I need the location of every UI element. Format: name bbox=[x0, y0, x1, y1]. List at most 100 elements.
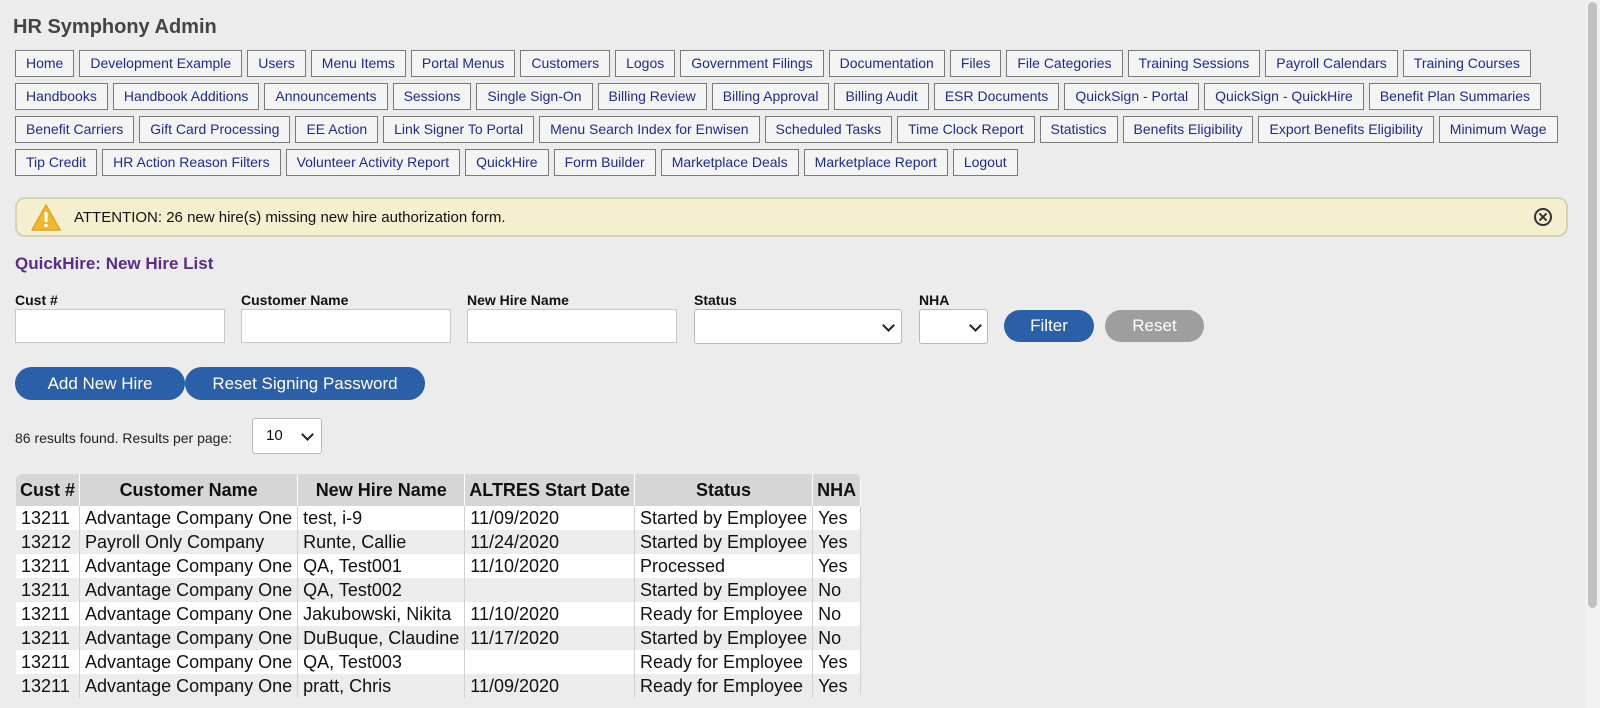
nav-training-courses[interactable]: Training Courses bbox=[1402, 50, 1531, 77]
alert-message: ATTENTION: 26 new hire(s) missing new hi… bbox=[74, 209, 506, 226]
nav-file-categories[interactable]: File Categories bbox=[1006, 50, 1123, 77]
nav-announcements[interactable]: Announcements bbox=[264, 83, 388, 110]
reset-filter-button[interactable]: Reset bbox=[1105, 310, 1204, 342]
customer-name-input[interactable] bbox=[241, 309, 451, 343]
nav-training-sessions[interactable]: Training Sessions bbox=[1127, 50, 1261, 77]
cell-new-hire-name: test, i-9 bbox=[297, 506, 466, 530]
nav-payroll-calendars[interactable]: Payroll Calendars bbox=[1265, 50, 1398, 77]
nav-benefit-carriers[interactable]: Benefit Carriers bbox=[15, 116, 135, 143]
nav-home[interactable]: Home bbox=[15, 50, 75, 77]
nav-handbooks[interactable]: Handbooks bbox=[15, 83, 108, 110]
nav-scheduled-tasks[interactable]: Scheduled Tasks bbox=[764, 116, 893, 143]
admin-nav-menu: Home Development Example Users Menu Item… bbox=[15, 50, 1558, 182]
cell-customer-name: Advantage Company One bbox=[79, 650, 299, 674]
cell-new-hire-name: pratt, Chris bbox=[297, 674, 466, 698]
nav-single-sign-on[interactable]: Single Sign-On bbox=[476, 83, 593, 110]
cell-status: Started by Employee bbox=[634, 530, 814, 554]
reset-signing-password-button[interactable]: Reset Signing Password bbox=[185, 367, 425, 400]
status-select[interactable] bbox=[694, 309, 902, 344]
cell-customer-name: Payroll Only Company bbox=[79, 530, 299, 554]
nav-time-clock-report[interactable]: Time Clock Report bbox=[897, 116, 1035, 143]
nav-benefits-eligibility[interactable]: Benefits Eligibility bbox=[1122, 116, 1254, 143]
nav-customers[interactable]: Customers bbox=[520, 50, 611, 77]
close-icon[interactable] bbox=[1534, 208, 1552, 226]
nav-hr-action-reason-filters[interactable]: HR Action Reason Filters bbox=[102, 149, 281, 176]
column-header-nha[interactable]: NHA bbox=[812, 474, 862, 506]
cell-nha: No bbox=[812, 626, 862, 650]
column-header-cust[interactable]: Cust # bbox=[16, 474, 81, 506]
cell-new-hire-name: Runte, Callie bbox=[297, 530, 466, 554]
nav-menu-search-index[interactable]: Menu Search Index for Enwisen bbox=[539, 116, 760, 143]
nav-handbook-additions[interactable]: Handbook Additions bbox=[112, 83, 260, 110]
nav-documentation[interactable]: Documentation bbox=[828, 50, 945, 77]
cell-status: Ready for Employee bbox=[634, 650, 814, 674]
cust-number-input[interactable] bbox=[15, 309, 225, 343]
nav-logout[interactable]: Logout bbox=[952, 149, 1018, 176]
nav-billing-approval[interactable]: Billing Approval bbox=[711, 83, 830, 110]
table-row[interactable]: 13211 Advantage Company One pratt, Chris… bbox=[16, 674, 862, 698]
column-header-status[interactable]: Status bbox=[634, 474, 814, 506]
nav-quicksign-portal[interactable]: QuickSign - Portal bbox=[1064, 83, 1200, 110]
chevron-down-icon bbox=[301, 428, 314, 441]
cell-nha: Yes bbox=[812, 674, 862, 698]
nav-menu-items[interactable]: Menu Items bbox=[310, 50, 406, 77]
cell-new-hire-name: DuBuque, Claudine bbox=[297, 626, 466, 650]
nav-esr-documents[interactable]: ESR Documents bbox=[933, 83, 1060, 110]
nav-export-benefits-eligibility[interactable]: Export Benefits Eligibility bbox=[1258, 116, 1434, 143]
column-header-customer-name[interactable]: Customer Name bbox=[79, 474, 299, 506]
nav-billing-audit[interactable]: Billing Audit bbox=[834, 83, 929, 110]
cell-cust: 13211 bbox=[16, 506, 81, 530]
nav-volunteer-activity-report[interactable]: Volunteer Activity Report bbox=[285, 149, 461, 176]
nav-billing-review[interactable]: Billing Review bbox=[597, 83, 707, 110]
filter-button[interactable]: Filter bbox=[1004, 310, 1094, 342]
nav-quicksign-quickhire[interactable]: QuickSign - QuickHire bbox=[1204, 83, 1364, 110]
nav-minimum-wage[interactable]: Minimum Wage bbox=[1438, 116, 1558, 143]
page-title: QuickHire: New Hire List bbox=[15, 254, 214, 273]
nav-form-builder[interactable]: Form Builder bbox=[553, 149, 656, 176]
nav-users[interactable]: Users bbox=[247, 50, 306, 77]
cell-customer-name: Advantage Company One bbox=[79, 578, 299, 602]
nav-marketplace-report[interactable]: Marketplace Report bbox=[803, 149, 948, 176]
add-new-hire-button[interactable]: Add New Hire bbox=[15, 367, 185, 400]
nav-tip-credit[interactable]: Tip Credit bbox=[15, 149, 98, 176]
nav-gift-card-processing[interactable]: Gift Card Processing bbox=[139, 116, 291, 143]
new-hire-table: Cust # Customer Name New Hire Name ALTRE… bbox=[16, 474, 862, 698]
cell-start-date: 11/09/2020 bbox=[464, 674, 635, 698]
nav-sessions[interactable]: Sessions bbox=[392, 83, 472, 110]
scrollbar-thumb[interactable] bbox=[1588, 2, 1597, 608]
results-per-page-value: 10 bbox=[266, 427, 283, 444]
table-row[interactable]: 13211 Advantage Company One QA, Test001 … bbox=[16, 554, 862, 578]
table-row[interactable]: 13211 Advantage Company One QA, Test003 … bbox=[16, 650, 862, 674]
table-row[interactable]: 13211 Advantage Company One Jakubowski, … bbox=[16, 602, 862, 626]
nav-benefit-plan-summaries[interactable]: Benefit Plan Summaries bbox=[1368, 83, 1542, 110]
table-row[interactable]: 13211 Advantage Company One QA, Test002 … bbox=[16, 578, 862, 602]
new-hire-name-input[interactable] bbox=[467, 309, 677, 343]
cell-cust: 13211 bbox=[16, 578, 81, 602]
column-header-start-date[interactable]: ALTRES Start Date bbox=[464, 474, 635, 506]
table-row[interactable]: 13212 Payroll Only Company Runte, Callie… bbox=[16, 530, 862, 554]
cell-new-hire-name: Jakubowski, Nikita bbox=[297, 602, 466, 626]
page-scrollbar[interactable] bbox=[1585, 0, 1600, 708]
nav-development-example[interactable]: Development Example bbox=[79, 50, 243, 77]
nav-statistics[interactable]: Statistics bbox=[1039, 116, 1118, 143]
nav-row-1: Home Development Example Users Menu Item… bbox=[15, 50, 1555, 77]
table-row[interactable]: 13211 Advantage Company One test, i-9 11… bbox=[16, 506, 862, 530]
nav-logos[interactable]: Logos bbox=[615, 50, 676, 77]
table-header-row: Cust # Customer Name New Hire Name ALTRE… bbox=[16, 474, 862, 506]
nav-row-4: Tip Credit HR Action Reason Filters Volu… bbox=[15, 149, 1555, 176]
cell-new-hire-name: QA, Test001 bbox=[297, 554, 466, 578]
warning-icon bbox=[31, 204, 61, 236]
nav-portal-menus[interactable]: Portal Menus bbox=[410, 50, 516, 77]
nav-government-filings[interactable]: Government Filings bbox=[680, 50, 824, 77]
cell-nha: No bbox=[812, 578, 862, 602]
nav-ee-action[interactable]: EE Action bbox=[295, 116, 379, 143]
table-row[interactable]: 13211 Advantage Company One DuBuque, Cla… bbox=[16, 626, 862, 650]
nav-link-signer-to-portal[interactable]: Link Signer To Portal bbox=[383, 116, 535, 143]
cell-status: Started by Employee bbox=[634, 506, 814, 530]
results-per-page-select[interactable]: 10 bbox=[252, 418, 322, 454]
nav-quickhire[interactable]: QuickHire bbox=[465, 149, 549, 176]
nav-files[interactable]: Files bbox=[949, 50, 1002, 77]
nav-marketplace-deals[interactable]: Marketplace Deals bbox=[660, 149, 799, 176]
column-header-new-hire-name[interactable]: New Hire Name bbox=[297, 474, 466, 506]
nha-select[interactable] bbox=[919, 309, 988, 344]
